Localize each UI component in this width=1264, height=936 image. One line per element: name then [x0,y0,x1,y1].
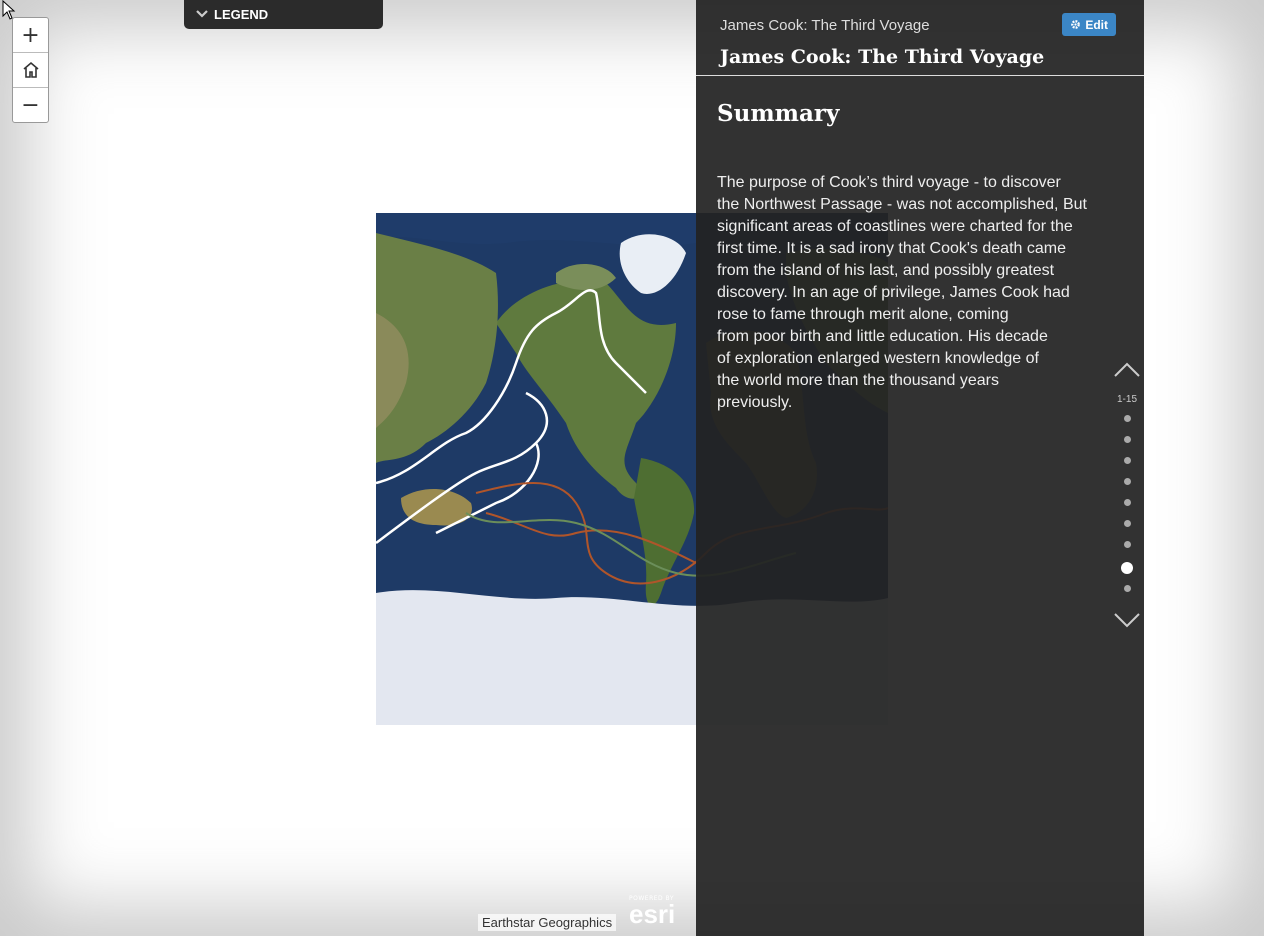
summary-text: The purpose of Cook’s third voyage - to … [717,172,1107,414]
panel-title: James Cook: The Third Voyage [720,46,1045,68]
pager-dot[interactable] [1123,415,1131,422]
next-section-button[interactable] [1112,606,1142,636]
zoom-out-button[interactable]: − [13,87,48,122]
summary-line: discovery. In an age of privilege, James… [717,284,1070,301]
esri-logo[interactable]: POWERED BY esri [629,895,676,929]
chevron-down-icon [196,9,208,21]
pager-dot[interactable] [1121,562,1133,574]
summary-line: from the island of his last, and possibl… [717,262,1055,279]
chevron-down-icon [1114,613,1140,628]
summary-line: rose to fame through merit alone, coming [717,306,1009,323]
edit-label: Edit [1085,17,1108,32]
pager-dot[interactable] [1123,436,1131,443]
legend-label: LEGEND [214,7,269,22]
zoom-controls: + − [12,17,49,123]
summary-line: previously. [717,394,793,411]
pager-dot[interactable] [1123,585,1131,592]
summary-line: of exploration enlarged western knowledg… [717,350,1039,367]
summary-line: from poor birth and little education. Hi… [717,328,1048,345]
summary-line: the Northwest Passage - was not accompli… [717,196,1087,213]
zoom-in-button[interactable]: + [13,18,48,52]
summary-line: significant areas of coastlines were cha… [717,218,1073,235]
summary-line: The purpose of Cook’s third voyage - to … [717,174,1061,191]
summary-line: the world more than the thousand years [717,372,999,389]
pager-dot[interactable] [1123,541,1131,548]
previous-section-button[interactable] [1112,358,1142,388]
esri-brand: esri [629,899,676,929]
legend-toggle[interactable]: LEGEND [184,0,383,29]
pager-dot[interactable] [1123,520,1131,527]
summary-line: first time. It is a sad irony that Cook'… [717,240,1066,257]
panel-header: James Cook: The Third Voyage Edit James … [696,0,1144,76]
cursor-icon [2,0,16,20]
pager-dot[interactable] [1123,457,1131,464]
section-pager: 1-15 [1112,358,1142,636]
home-icon [22,61,39,78]
story-panel: James Cook: The Third Voyage Edit James … [696,0,1144,936]
edit-button[interactable]: Edit [1062,13,1116,36]
home-button[interactable] [13,52,48,87]
section-heading: Summary [717,100,840,127]
map-attribution: Earthstar Geographics [478,914,617,931]
pager-dot[interactable] [1123,478,1131,485]
panel-small-title: James Cook: The Third Voyage [720,17,930,34]
pager-dot[interactable] [1123,499,1131,506]
chevron-up-icon [1114,362,1140,377]
pager-dots [1112,415,1142,592]
section-range: 1-15 [1116,394,1137,405]
gear-icon [1071,20,1081,29]
